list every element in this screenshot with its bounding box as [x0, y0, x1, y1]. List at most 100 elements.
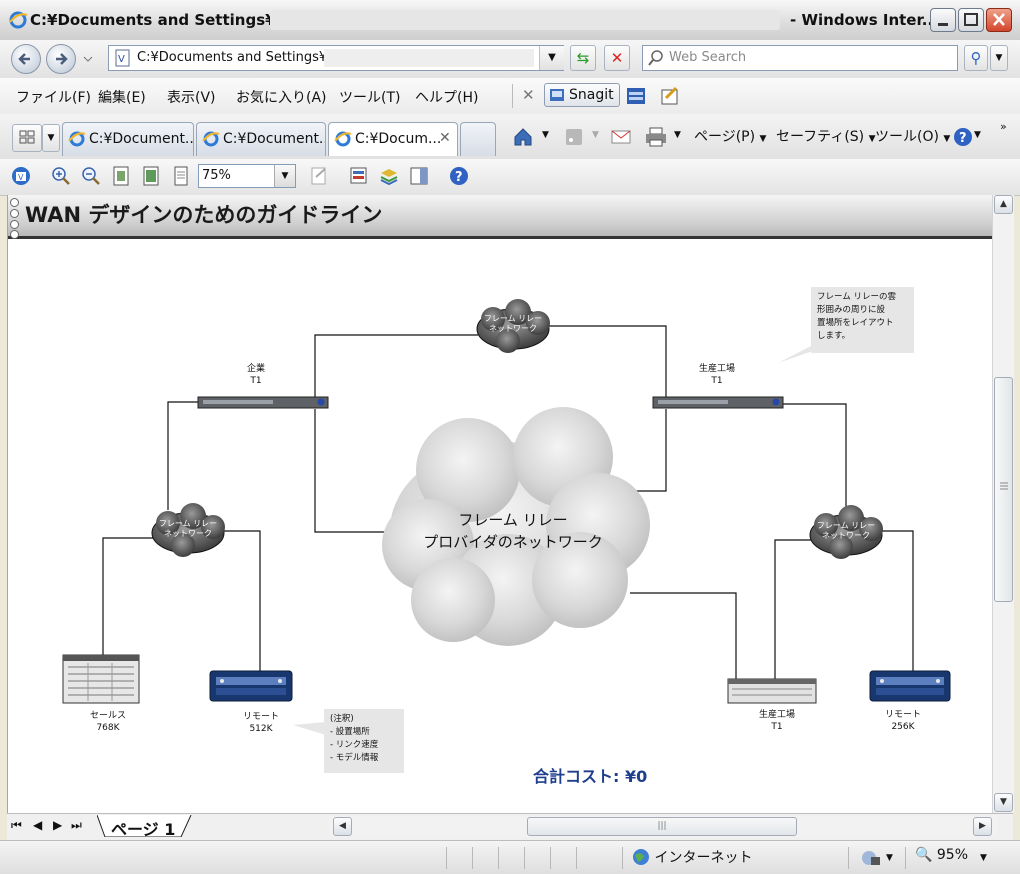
menu-tools[interactable]: ツール(T)	[339, 87, 400, 107]
prev-page-icon[interactable]: ◀	[33, 818, 42, 832]
zoom-out-icon[interactable]	[80, 165, 102, 187]
tools-menu[interactable]: ツール(O) ▼	[875, 126, 950, 146]
layers-icon[interactable]	[348, 165, 370, 187]
properties-pane-icon[interactable]	[408, 165, 430, 187]
window-title-suffix: - Windows Inter...	[790, 11, 939, 29]
tab-label: C:¥Document...	[89, 131, 194, 147]
drawing-canvas[interactable]: WAN デザインのためのガイドライン フレーム リレー プロバイダのネットワーク…	[7, 195, 993, 813]
chevron-more-icon[interactable]: »	[1000, 120, 1007, 133]
search-placeholder: Web Search	[669, 50, 747, 65]
svg-text:?: ?	[959, 131, 967, 146]
zoom-level-value: 95%	[936, 847, 969, 863]
note-line: - 設置場所	[330, 727, 370, 737]
menu-view[interactable]: 表示(V)	[167, 87, 216, 107]
visio-viewer-icon[interactable]: V	[10, 165, 32, 187]
help-icon[interactable]: ?	[448, 165, 470, 187]
close-button[interactable]	[986, 8, 1012, 32]
scroll-down-button[interactable]: ▼	[994, 793, 1013, 812]
device-sales	[62, 654, 140, 704]
scroll-up-button[interactable]: ▲	[994, 195, 1013, 214]
tab-document-1[interactable]: C:¥Document...	[62, 122, 194, 156]
globe-icon	[633, 849, 649, 865]
scroll-right-button[interactable]: ▶	[973, 817, 992, 836]
horizontal-scroll-thumb[interactable]: |||	[527, 817, 797, 836]
safety-menu[interactable]: セーフティ(S) ▼	[776, 126, 876, 146]
node-label-line: 生産工場	[698, 364, 735, 374]
title-bar: C:¥Documents and Settings¥ - Windows Int…	[0, 0, 1020, 41]
feeds-icon[interactable]	[564, 127, 584, 147]
first-page-icon[interactable]: ⏮	[11, 818, 22, 833]
menu-file[interactable]: ファイル(F)	[16, 87, 91, 107]
snagit-button[interactable]: Snagit	[544, 83, 620, 107]
quick-tabs-button[interactable]	[12, 124, 42, 152]
capture-window-icon[interactable]	[626, 86, 646, 106]
menu-help[interactable]: ヘルプ(H)	[415, 87, 478, 107]
vertical-scrollbar[interactable]: ▲ ▼	[992, 195, 1014, 813]
zoom-select[interactable]: 75% ▼	[198, 164, 296, 188]
search-input[interactable]: Web Search	[642, 45, 958, 71]
security-zone[interactable]: インターネット	[632, 847, 752, 867]
next-page-icon[interactable]: ▶	[53, 818, 62, 832]
maximize-button[interactable]	[958, 8, 984, 32]
node-label-line: 企業	[246, 364, 265, 374]
print-dropdown-icon[interactable]: ▼	[674, 130, 681, 140]
scroll-left-button[interactable]: ◀	[333, 817, 352, 836]
zoom-dropdown-icon[interactable]: ▼	[274, 165, 295, 187]
remote-right-label: リモート 256K	[878, 709, 928, 733]
status-divider	[622, 847, 623, 869]
zoom-level[interactable]: 🔍 95%	[915, 847, 968, 863]
page-menu[interactable]: ページ(P) ▼	[694, 126, 766, 146]
tab-document-2[interactable]: C:¥Document...	[196, 122, 326, 156]
window-title: C:¥Documents and Settings¥	[30, 11, 276, 29]
link-left-cloud-to-sales	[102, 537, 158, 655]
tab-label: C:¥Docum...	[355, 131, 442, 147]
menu-edit[interactable]: 編集(E)	[98, 87, 146, 107]
mail-icon[interactable]	[610, 128, 632, 146]
zoom-in-icon[interactable]	[50, 165, 72, 187]
menu-divider	[512, 84, 513, 108]
history-dropdown-icon[interactable]	[82, 54, 94, 64]
tab-list-button[interactable]: ▼	[42, 124, 60, 152]
protected-mode-icon[interactable]	[860, 849, 882, 867]
help-icon[interactable]: ?	[952, 126, 974, 148]
actual-size-icon[interactable]	[170, 165, 192, 187]
stop-button[interactable]: ✕	[604, 45, 630, 71]
main-cloud-label-line: プロバイダのネットワーク	[423, 533, 603, 551]
help-dropdown-icon[interactable]: ▼	[974, 130, 981, 140]
search-go-button[interactable]: ⚲	[964, 45, 988, 71]
protected-mode-dropdown-icon[interactable]: ▼	[886, 853, 893, 863]
page-tab-1[interactable]: ページ 1	[97, 815, 197, 839]
drawing-properties-icon[interactable]	[378, 165, 400, 187]
cloud-label-line: ネットワーク	[822, 531, 870, 540]
svg-text:V: V	[18, 173, 24, 182]
address-dropdown-button[interactable]: ▼	[539, 46, 564, 70]
close-tab-icon[interactable]: ✕	[439, 130, 451, 146]
zoom-dropdown-icon[interactable]: ▼	[980, 853, 987, 863]
print-icon[interactable]	[644, 126, 668, 148]
minimize-button[interactable]	[930, 8, 956, 32]
close-toolbar-icon[interactable]: ✕	[522, 86, 535, 104]
horizontal-scrollbar[interactable]: ◀ ||| ▶	[329, 816, 997, 837]
forward-button[interactable]	[46, 44, 76, 74]
tab-document-3-active[interactable]: C:¥Docum... ✕	[328, 122, 458, 156]
fit-page-icon[interactable]	[110, 165, 132, 187]
address-field[interactable]: V C:¥Documents and Settings¥ ▼	[108, 45, 564, 71]
link-corp-to-main-cloud	[314, 409, 388, 533]
last-page-icon[interactable]: ⏭	[71, 818, 82, 833]
refresh-button[interactable]: ⇆	[570, 45, 596, 71]
capture-edit-icon[interactable]	[660, 86, 680, 106]
back-button[interactable]	[11, 44, 41, 74]
new-tab-button[interactable]	[460, 122, 496, 156]
vertical-scroll-thumb[interactable]	[994, 377, 1013, 602]
plant-bottom-label: 生産工場 T1	[752, 709, 802, 733]
address-text[interactable]: C:¥Documents and Settings¥	[137, 50, 327, 65]
home-dropdown-icon[interactable]: ▼	[542, 130, 549, 140]
menu-favorites[interactable]: お気に入り(A)	[236, 87, 327, 107]
chevron-down-icon: ▼	[995, 53, 1003, 63]
svg-text:V: V	[118, 54, 125, 65]
status-divider	[524, 847, 525, 869]
home-icon[interactable]	[512, 126, 534, 148]
note-line: 形囲みの周りに設	[817, 305, 886, 315]
fit-width-icon[interactable]	[140, 165, 162, 187]
search-options-button[interactable]: ▼	[990, 45, 1008, 71]
